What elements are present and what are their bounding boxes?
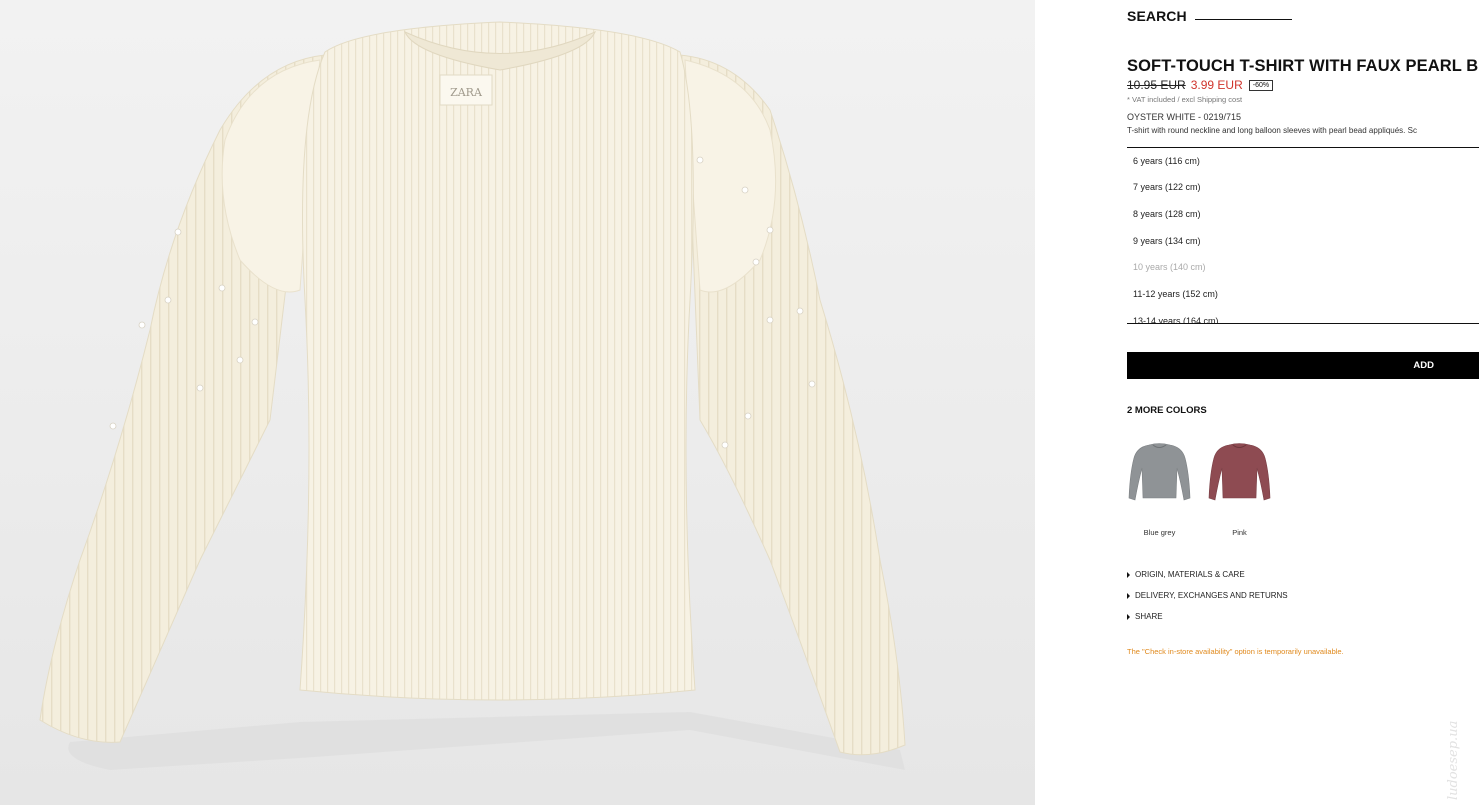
search-label: SEARCH: [1127, 8, 1187, 24]
size-option[interactable]: 7 years (122 cm): [1133, 182, 1201, 192]
sweater-illustration: ZARA: [39, 21, 906, 770]
color-swatch-blue-grey[interactable]: Blue grey: [1127, 438, 1197, 537]
swatch-label: Blue grey: [1143, 528, 1176, 537]
accordion-label: DELIVERY, EXCHANGES AND RETURNS: [1135, 591, 1288, 600]
caret-right-icon: [1127, 613, 1130, 620]
more-colors-heading: 2 MORE COLORS: [1127, 405, 1207, 416]
product-image[interactable]: ZARA: [0, 0, 1035, 805]
watermark: ludoesep.ua: [1446, 720, 1461, 800]
product-title: SOFT-TOUCH T-SHIRT WITH FAUX PEARL BEADS: [1127, 57, 1479, 75]
vat-note: * VAT included / excl Shipping cost: [1127, 95, 1243, 104]
accordion-label: SHARE: [1135, 612, 1163, 621]
add-to-cart-button[interactable]: ADD: [1127, 352, 1479, 379]
store-availability-notice: The "Check in-store availability" option…: [1127, 647, 1344, 656]
old-price: 10.95 EUR: [1127, 78, 1186, 92]
sale-price: 3.99 EUR: [1190, 78, 1243, 92]
size-option[interactable]: 9 years (134 cm): [1133, 236, 1201, 246]
product-description: T-shirt with round neckline and long bal…: [1127, 126, 1417, 135]
size-option[interactable]: 11-12 years (152 cm): [1133, 289, 1218, 299]
size-option[interactable]: 6 years (116 cm): [1133, 156, 1200, 166]
size-option-unavailable[interactable]: 10 years (140 cm): [1133, 262, 1206, 272]
pink-shirt-thumbnail: [1208, 443, 1271, 501]
discount-badge: -60%: [1248, 79, 1274, 91]
accordion-delivery-returns[interactable]: DELIVERY, EXCHANGES AND RETURNS: [1127, 591, 1288, 600]
price-row: 10.95 EUR 3.99 EUR -60%: [1127, 78, 1274, 92]
color-swatch-pink[interactable]: Pink: [1207, 438, 1277, 537]
size-selector[interactable]: 6 years (116 cm) 7 years (122 cm) 8 year…: [1127, 147, 1479, 324]
brand-label: ZARA: [450, 86, 483, 99]
accordion-origin-materials-care[interactable]: ORIGIN, MATERIALS & CARE: [1127, 570, 1245, 579]
accordion-share[interactable]: SHARE: [1127, 612, 1163, 621]
caret-right-icon: [1127, 592, 1130, 599]
size-option[interactable]: 13-14 years (164 cm): [1133, 316, 1219, 323]
search-underline: [1194, 18, 1292, 20]
color-code: OYSTER WHITE - 0219/715: [1127, 112, 1242, 122]
search-field[interactable]: SEARCH: [1127, 8, 1292, 24]
product-info-panel: SEARCH SOFT-TOUCH T-SHIRT WITH FAUX PEAR…: [1127, 0, 1479, 805]
accordion-label: ORIGIN, MATERIALS & CARE: [1135, 570, 1245, 579]
caret-right-icon: [1127, 571, 1130, 578]
swatch-label: Pink: [1232, 528, 1247, 537]
size-option[interactable]: 8 years (128 cm): [1133, 209, 1201, 219]
blue-grey-shirt-thumbnail: [1128, 443, 1191, 501]
